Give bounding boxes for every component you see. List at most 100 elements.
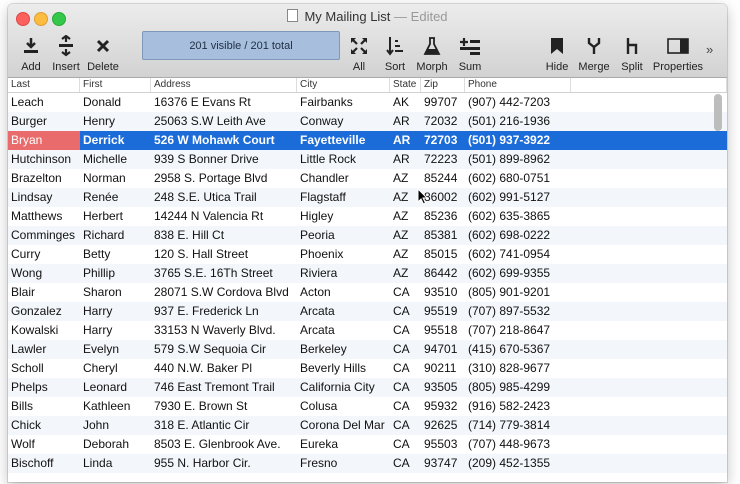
column-header-zip[interactable]: Zip (421, 78, 465, 92)
city-cell[interactable]: Corona Del Mar (297, 416, 390, 435)
properties-button[interactable]: Properties (652, 34, 704, 73)
first-name-cell[interactable]: Harry (80, 321, 151, 340)
state-cell[interactable]: AZ (390, 169, 421, 188)
state-cell[interactable]: CA (390, 378, 421, 397)
last-name-cell[interactable]: Lindsay (8, 188, 80, 207)
city-cell[interactable]: Arcata (297, 302, 390, 321)
phone-cell[interactable]: (707) 448-9673 (465, 435, 571, 454)
add-button[interactable]: Add (16, 34, 46, 73)
city-cell[interactable]: Fresno (297, 454, 390, 473)
table-row[interactable]: Scholl Cheryl 440 N.W. Baker Pl Beverly Hil… (8, 359, 727, 378)
phone-cell[interactable]: (209) 452-1355 (465, 454, 571, 473)
column-header-state[interactable]: State (390, 78, 421, 92)
address-cell[interactable]: 526 W Mohawk Court (151, 131, 297, 150)
toolbar-overflow-button[interactable]: » (706, 42, 713, 57)
zip-cell[interactable]: 72703 (421, 131, 465, 150)
last-name-cell[interactable]: Leach (8, 93, 80, 112)
phone-cell[interactable]: (602) 699-9355 (465, 264, 571, 283)
last-name-cell[interactable]: Bryan (8, 131, 80, 150)
address-cell[interactable]: 7930 E. Brown St (151, 397, 297, 416)
zip-cell[interactable]: 86442 (421, 264, 465, 283)
city-cell[interactable]: Chandler (297, 169, 390, 188)
city-cell[interactable]: Arcata (297, 321, 390, 340)
phone-cell[interactable]: (602) 680-0751 (465, 169, 571, 188)
hide-button[interactable]: Hide (542, 34, 572, 73)
address-cell[interactable]: 937 E. Frederick Ln (151, 302, 297, 321)
last-name-cell[interactable]: Kowalski (8, 321, 80, 340)
last-name-cell[interactable]: Phelps (8, 378, 80, 397)
phone-cell[interactable]: (602) 741-0954 (465, 245, 571, 264)
address-cell[interactable]: 14244 N Valencia Rt (151, 207, 297, 226)
last-name-cell[interactable]: Wolf (8, 435, 80, 454)
table-row[interactable]: Lawler Evelyn 579 S.W Sequoia Cir Berkeley C… (8, 340, 727, 359)
phone-cell[interactable]: (707) 897-5532 (465, 302, 571, 321)
column-header-last[interactable]: Last (8, 78, 80, 92)
city-cell[interactable]: Higley (297, 207, 390, 226)
table-row-selected[interactable]: Bryan Derrick 526 W Mohawk Court Fayettevil… (8, 131, 727, 150)
last-name-cell[interactable]: Chick (8, 416, 80, 435)
city-cell[interactable]: Peoria (297, 226, 390, 245)
phone-cell[interactable]: (714) 779-3814 (465, 416, 571, 435)
table-row[interactable]: Chick John 318 E. Atlantic Cir Corona Del M… (8, 416, 727, 435)
city-cell[interactable]: California City (297, 378, 390, 397)
column-header-address[interactable]: Address (151, 78, 297, 92)
insert-button[interactable]: Insert (50, 34, 82, 73)
zip-cell[interactable]: 90211 (421, 359, 465, 378)
address-cell[interactable]: 25063 S.W Leith Ave (151, 112, 297, 131)
column-header-city[interactable]: City (297, 78, 390, 92)
last-name-cell[interactable]: Blair (8, 283, 80, 302)
first-name-cell[interactable]: Henry (80, 112, 151, 131)
city-cell[interactable]: Flagstaff (297, 188, 390, 207)
address-cell[interactable]: 248 S.E. Utica Trail (151, 188, 297, 207)
address-cell[interactable]: 579 S.W Sequoia Cir (151, 340, 297, 359)
address-cell[interactable]: 440 N.W. Baker Pl (151, 359, 297, 378)
first-name-cell[interactable]: Cheryl (80, 359, 151, 378)
delete-button[interactable]: Delete (86, 34, 120, 73)
table-row[interactable]: Bischoff Linda 955 N. Harbor Cir. Fresno CA 9… (8, 454, 727, 473)
table-row[interactable]: Matthews Herbert 14244 N Valencia Rt Higley… (8, 207, 727, 226)
state-cell[interactable]: AK (390, 93, 421, 112)
last-name-cell[interactable]: Curry (8, 245, 80, 264)
phone-cell[interactable]: (310) 828-9677 (465, 359, 571, 378)
column-header-first[interactable]: First (80, 78, 151, 92)
phone-cell[interactable]: (805) 985-4299 (465, 378, 571, 397)
city-cell[interactable]: Berkeley (297, 340, 390, 359)
first-name-cell[interactable]: Sharon (80, 283, 151, 302)
last-name-cell[interactable]: Burger (8, 112, 80, 131)
table-row[interactable]: Brazelton Norman 2958 S. Portage Blvd Chand… (8, 169, 727, 188)
state-cell[interactable]: AR (390, 150, 421, 169)
state-cell[interactable]: CA (390, 416, 421, 435)
last-name-cell[interactable]: Bills (8, 397, 80, 416)
city-cell[interactable]: Acton (297, 283, 390, 302)
first-name-cell[interactable]: Norman (80, 169, 151, 188)
zip-cell[interactable]: 85244 (421, 169, 465, 188)
phone-cell[interactable]: (916) 582-2423 (465, 397, 571, 416)
first-name-cell[interactable]: Derrick (80, 131, 151, 150)
address-cell[interactable]: 318 E. Atlantic Cir (151, 416, 297, 435)
first-name-cell[interactable]: Herbert (80, 207, 151, 226)
state-cell[interactable]: AZ (390, 245, 421, 264)
zip-cell[interactable]: 85015 (421, 245, 465, 264)
zip-cell[interactable]: 93510 (421, 283, 465, 302)
address-cell[interactable]: 2958 S. Portage Blvd (151, 169, 297, 188)
zip-cell[interactable]: 72223 (421, 150, 465, 169)
table-row[interactable]: Wolf Deborah 8503 E. Glenbrook Ave. Eureka C… (8, 435, 727, 454)
phone-cell[interactable]: (501) 899-8962 (465, 150, 571, 169)
address-cell[interactable]: 746 East Tremont Trail (151, 378, 297, 397)
city-cell[interactable]: Conway (297, 112, 390, 131)
state-cell[interactable]: CA (390, 302, 421, 321)
address-cell[interactable]: 955 N. Harbor Cir. (151, 454, 297, 473)
state-cell[interactable]: CA (390, 359, 421, 378)
column-header-phone[interactable]: Phone (465, 78, 571, 92)
city-cell[interactable]: Colusa (297, 397, 390, 416)
zip-cell[interactable]: 92625 (421, 416, 465, 435)
state-cell[interactable]: CA (390, 321, 421, 340)
state-cell[interactable]: AR (390, 131, 421, 150)
last-name-cell[interactable]: Comminges (8, 226, 80, 245)
state-cell[interactable]: AZ (390, 264, 421, 283)
table-row[interactable]: Gonzalez Harry 937 E. Frederick Ln Arcata CA… (8, 302, 727, 321)
phone-cell[interactable]: (805) 901-9201 (465, 283, 571, 302)
city-cell[interactable]: Riviera (297, 264, 390, 283)
last-name-cell[interactable]: Bischoff (8, 454, 80, 473)
table-row[interactable]: Lindsay Renée 248 S.E. Utica Trail Flagstaf… (8, 188, 727, 207)
